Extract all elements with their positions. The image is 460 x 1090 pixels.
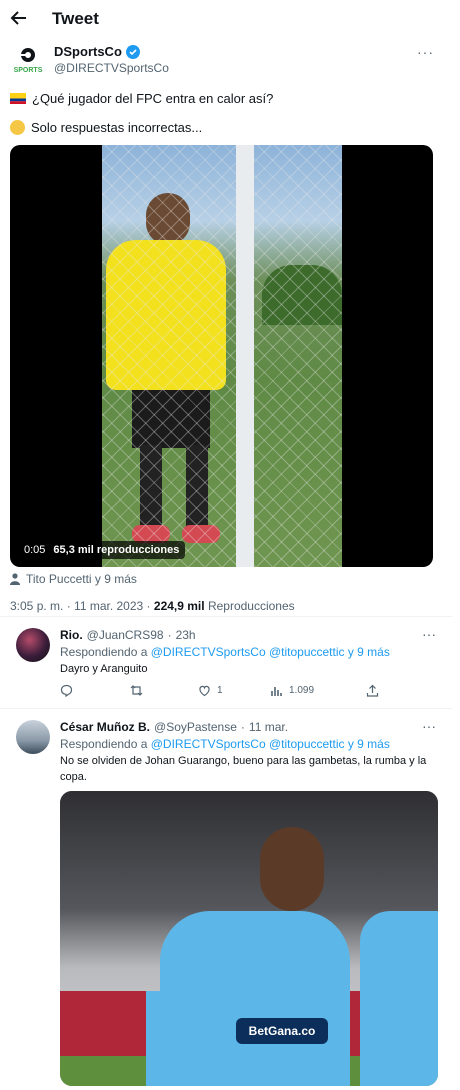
bar-chart-icon (271, 687, 282, 696)
reply-time[interactable]: 23h (176, 628, 196, 642)
tagged-users-text[interactable]: Tito Puccetti y 9 más (26, 572, 137, 586)
tweet-views-label: Reproducciones (207, 599, 295, 613)
verified-badge-icon (125, 44, 140, 59)
avatar[interactable] (16, 628, 50, 662)
page-title: Tweet (52, 9, 99, 28)
heart-icon (199, 685, 210, 697)
replying-prefix: Respondiendo a (60, 645, 148, 659)
tweet-meta: 3:05 p. m. · 11 mar. 2023 · 224,9 mil Re… (10, 599, 295, 613)
reply-header: Rio. @JuanCRS98 · 23h (60, 628, 196, 642)
view-count: 1.099 (289, 685, 315, 696)
reply-header: César Muñoz B. @SoyPastense · 11 mar. (60, 720, 288, 734)
logo-text: SPORTS (14, 67, 43, 74)
replying-to-link[interactable]: @DIRECTVSportsCo @titopuccettic y 9 más (151, 645, 390, 659)
reply-image-teammate (360, 911, 438, 1086)
video-views: 65,3 mil reproducciones (53, 544, 180, 556)
comment-icon (60, 684, 73, 697)
reply-image-sponsor: BetGana.co (236, 1018, 328, 1044)
author-handle[interactable]: @DIRECTVSportsCo (54, 61, 169, 75)
video-time: 0:05 (24, 544, 46, 556)
tweet-author: SPORTS DSportsCo @DIRECTVSportsCo ··· (10, 42, 450, 78)
separator: · (240, 720, 245, 734)
like-count: 1 (217, 685, 223, 696)
reply-image-face (260, 827, 324, 911)
reply-author-handle[interactable]: @JuanCRS98 (87, 628, 164, 642)
avatar[interactable] (16, 720, 50, 754)
author-name-text[interactable]: DSportsCo (54, 44, 122, 59)
tagged-users[interactable]: Tito Puccetti y 9 más (10, 572, 137, 586)
reply-actions: 1 1.099 (60, 684, 380, 700)
retweet-icon (130, 685, 143, 696)
tweet-text-line1-content: ¿Qué jugador del FPC entra en calor así? (32, 91, 274, 106)
replying-prefix: Respondiendo a (60, 737, 148, 751)
more-options-icon[interactable]: ··· (417, 44, 434, 60)
tweet-views-count: 224,9 mil (153, 599, 205, 613)
replying-to-link[interactable]: @DIRECTVSportsCo @titopuccettic y 9 más (151, 737, 390, 751)
dsports-logo[interactable]: SPORTS (12, 44, 44, 76)
tweet-text-line2-content: Solo respuestas incorrectas... (31, 120, 203, 135)
reply-image-jersey (160, 911, 350, 1086)
reply-author-name[interactable]: César Muñoz B. (60, 720, 150, 734)
reply-text: Dayro y Aranguito (60, 663, 148, 675)
video-frame (102, 145, 342, 567)
retweet-button[interactable] (130, 684, 143, 697)
tweet-date[interactable]: 11 mar. 2023 (74, 599, 143, 613)
more-options-icon[interactable]: ··· (422, 626, 436, 642)
tweet-text-line2: Solo respuestas incorrectas... (10, 120, 202, 135)
tweet-text-line1: ¿Qué jugador del FPC entra en calor así? (10, 91, 273, 106)
more-options-icon[interactable]: ··· (422, 718, 436, 734)
reply-image-arm (146, 991, 186, 1086)
replying-to: Respondiendo a @DIRECTVSportsCo @titopuc… (60, 645, 390, 659)
reply-button[interactable] (60, 684, 73, 697)
tweet-video[interactable]: 0:05 65,3 mil reproducciones (10, 145, 433, 567)
back-arrow-icon[interactable] (10, 8, 28, 28)
reply-image[interactable]: BetGana.co (60, 791, 438, 1086)
video-fence (102, 145, 342, 567)
reply-time[interactable]: 11 mar. (249, 720, 288, 734)
video-badge: 0:05 65,3 mil reproducciones (18, 541, 186, 559)
video-pole (236, 145, 254, 567)
reply-text: No se olviden de Johan Guarango, bueno p… (60, 755, 427, 783)
tweet-time[interactable]: 3:05 p. m. (10, 599, 63, 613)
colombia-flag-icon (10, 93, 26, 104)
views-button[interactable]: 1.099 (270, 684, 314, 697)
reply-author-name[interactable]: Rio. (60, 628, 83, 642)
author-name[interactable]: DSportsCo (54, 44, 140, 59)
separator: · (167, 628, 172, 642)
reply-author-handle[interactable]: @SoyPastense (154, 720, 237, 734)
share-button[interactable] (366, 684, 379, 697)
person-icon (10, 573, 20, 585)
top-bar: Tweet (0, 0, 460, 38)
replying-to: Respondiendo a @DIRECTVSportsCo @titopuc… (60, 737, 390, 751)
reply-item[interactable]: Rio. @JuanCRS98 · 23h ··· Respondiendo a… (0, 616, 452, 708)
laughing-emoji-icon (10, 120, 25, 135)
share-icon (366, 684, 379, 697)
like-button[interactable]: 1 (198, 684, 223, 697)
